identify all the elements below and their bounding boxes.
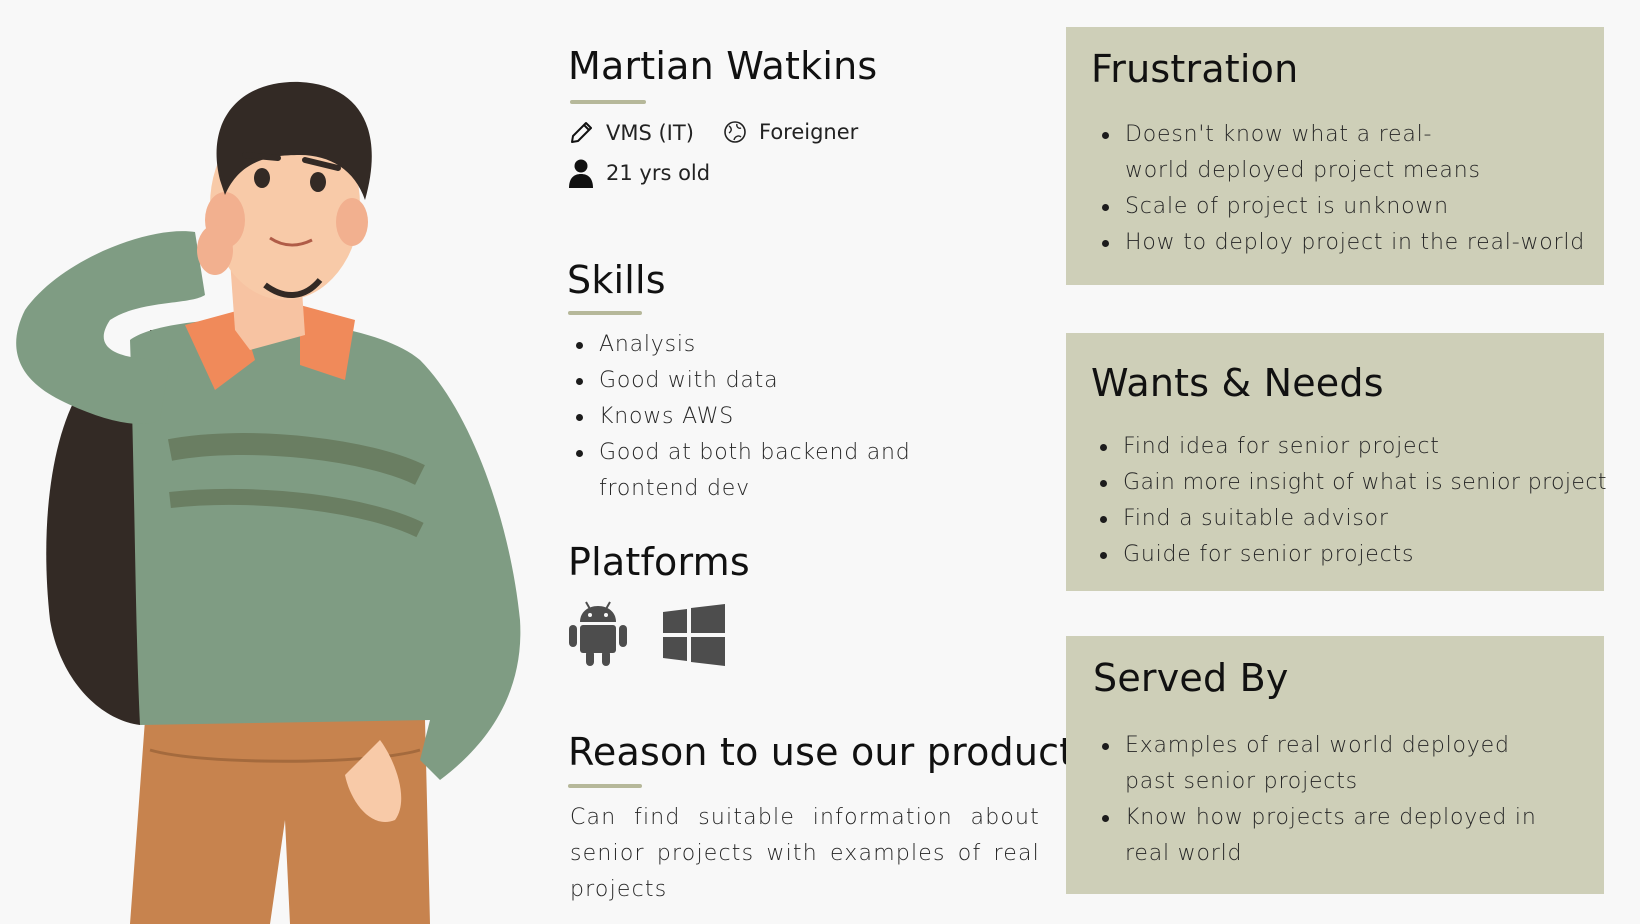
nationality-row: Foreigner [723,120,858,144]
served-by-list: Examples of real world deployed past sen… [1094,728,1594,872]
wants-needs-item: Find idea for senior project [1092,429,1592,465]
served-by-title: Served By [1093,656,1289,700]
nationality-text: Foreigner [759,120,859,144]
frustration-card: Frustration Doesn't know what a real-wor… [1066,27,1604,285]
person-icon [568,158,594,188]
skill-item: Analysis [568,327,998,363]
skill-item: Good at both backend and frontend dev [568,435,998,507]
age-text: 21 yrs old [606,161,711,185]
frustration-item: Doesn't know what a real-world deployed … [1094,117,1485,189]
reason-text: Can find suitable information about seni… [570,805,1040,902]
name-underline [570,100,646,104]
persona-name: Martian Watkins [568,44,878,88]
skill-item: Good with data [568,363,998,399]
windows-icon [663,604,725,670]
skill-item: Knows AWS [568,399,998,435]
reason-underline [568,784,642,788]
major-row: VMS (IT) [568,120,694,146]
reason-title: Reason to use our product [568,730,1075,774]
skills-title: Skills [567,258,666,302]
persona-illustration [16,81,521,924]
android-icon [568,600,628,672]
wants-needs-item: Guide for senior projects [1092,537,1592,573]
served-by-item: Know how projects are deployed in real w… [1094,800,1545,872]
age-row: 21 yrs old [568,158,710,188]
platforms-title: Platforms [568,540,750,584]
pencil-icon [568,120,594,146]
globe-icon [723,120,747,144]
frustration-item: How to deploy project in the real-world [1094,225,1594,261]
frustration-item: Scale of project is unknown [1094,189,1594,225]
wants-needs-item: Find a suitable advisor [1092,501,1592,537]
skills-list: Analysis Good with data Knows AWS Good a… [568,327,998,507]
wants-needs-title: Wants & Needs [1091,361,1384,405]
wants-needs-card: Wants & Needs Find idea for senior proje… [1066,333,1606,591]
served-by-card: Served By Examples of real world deploye… [1066,636,1604,894]
frustration-list: Doesn't know what a real-world deployed … [1094,117,1594,261]
wants-needs-list: Find idea for senior project Gain more i… [1092,429,1606,573]
major-text: VMS (IT) [606,121,694,145]
frustration-title: Frustration [1091,47,1299,91]
served-by-item: Examples of real world deployed past sen… [1094,728,1515,800]
skills-underline [568,311,642,315]
wants-needs-item: Gain more insight of what is senior proj… [1092,465,1606,501]
